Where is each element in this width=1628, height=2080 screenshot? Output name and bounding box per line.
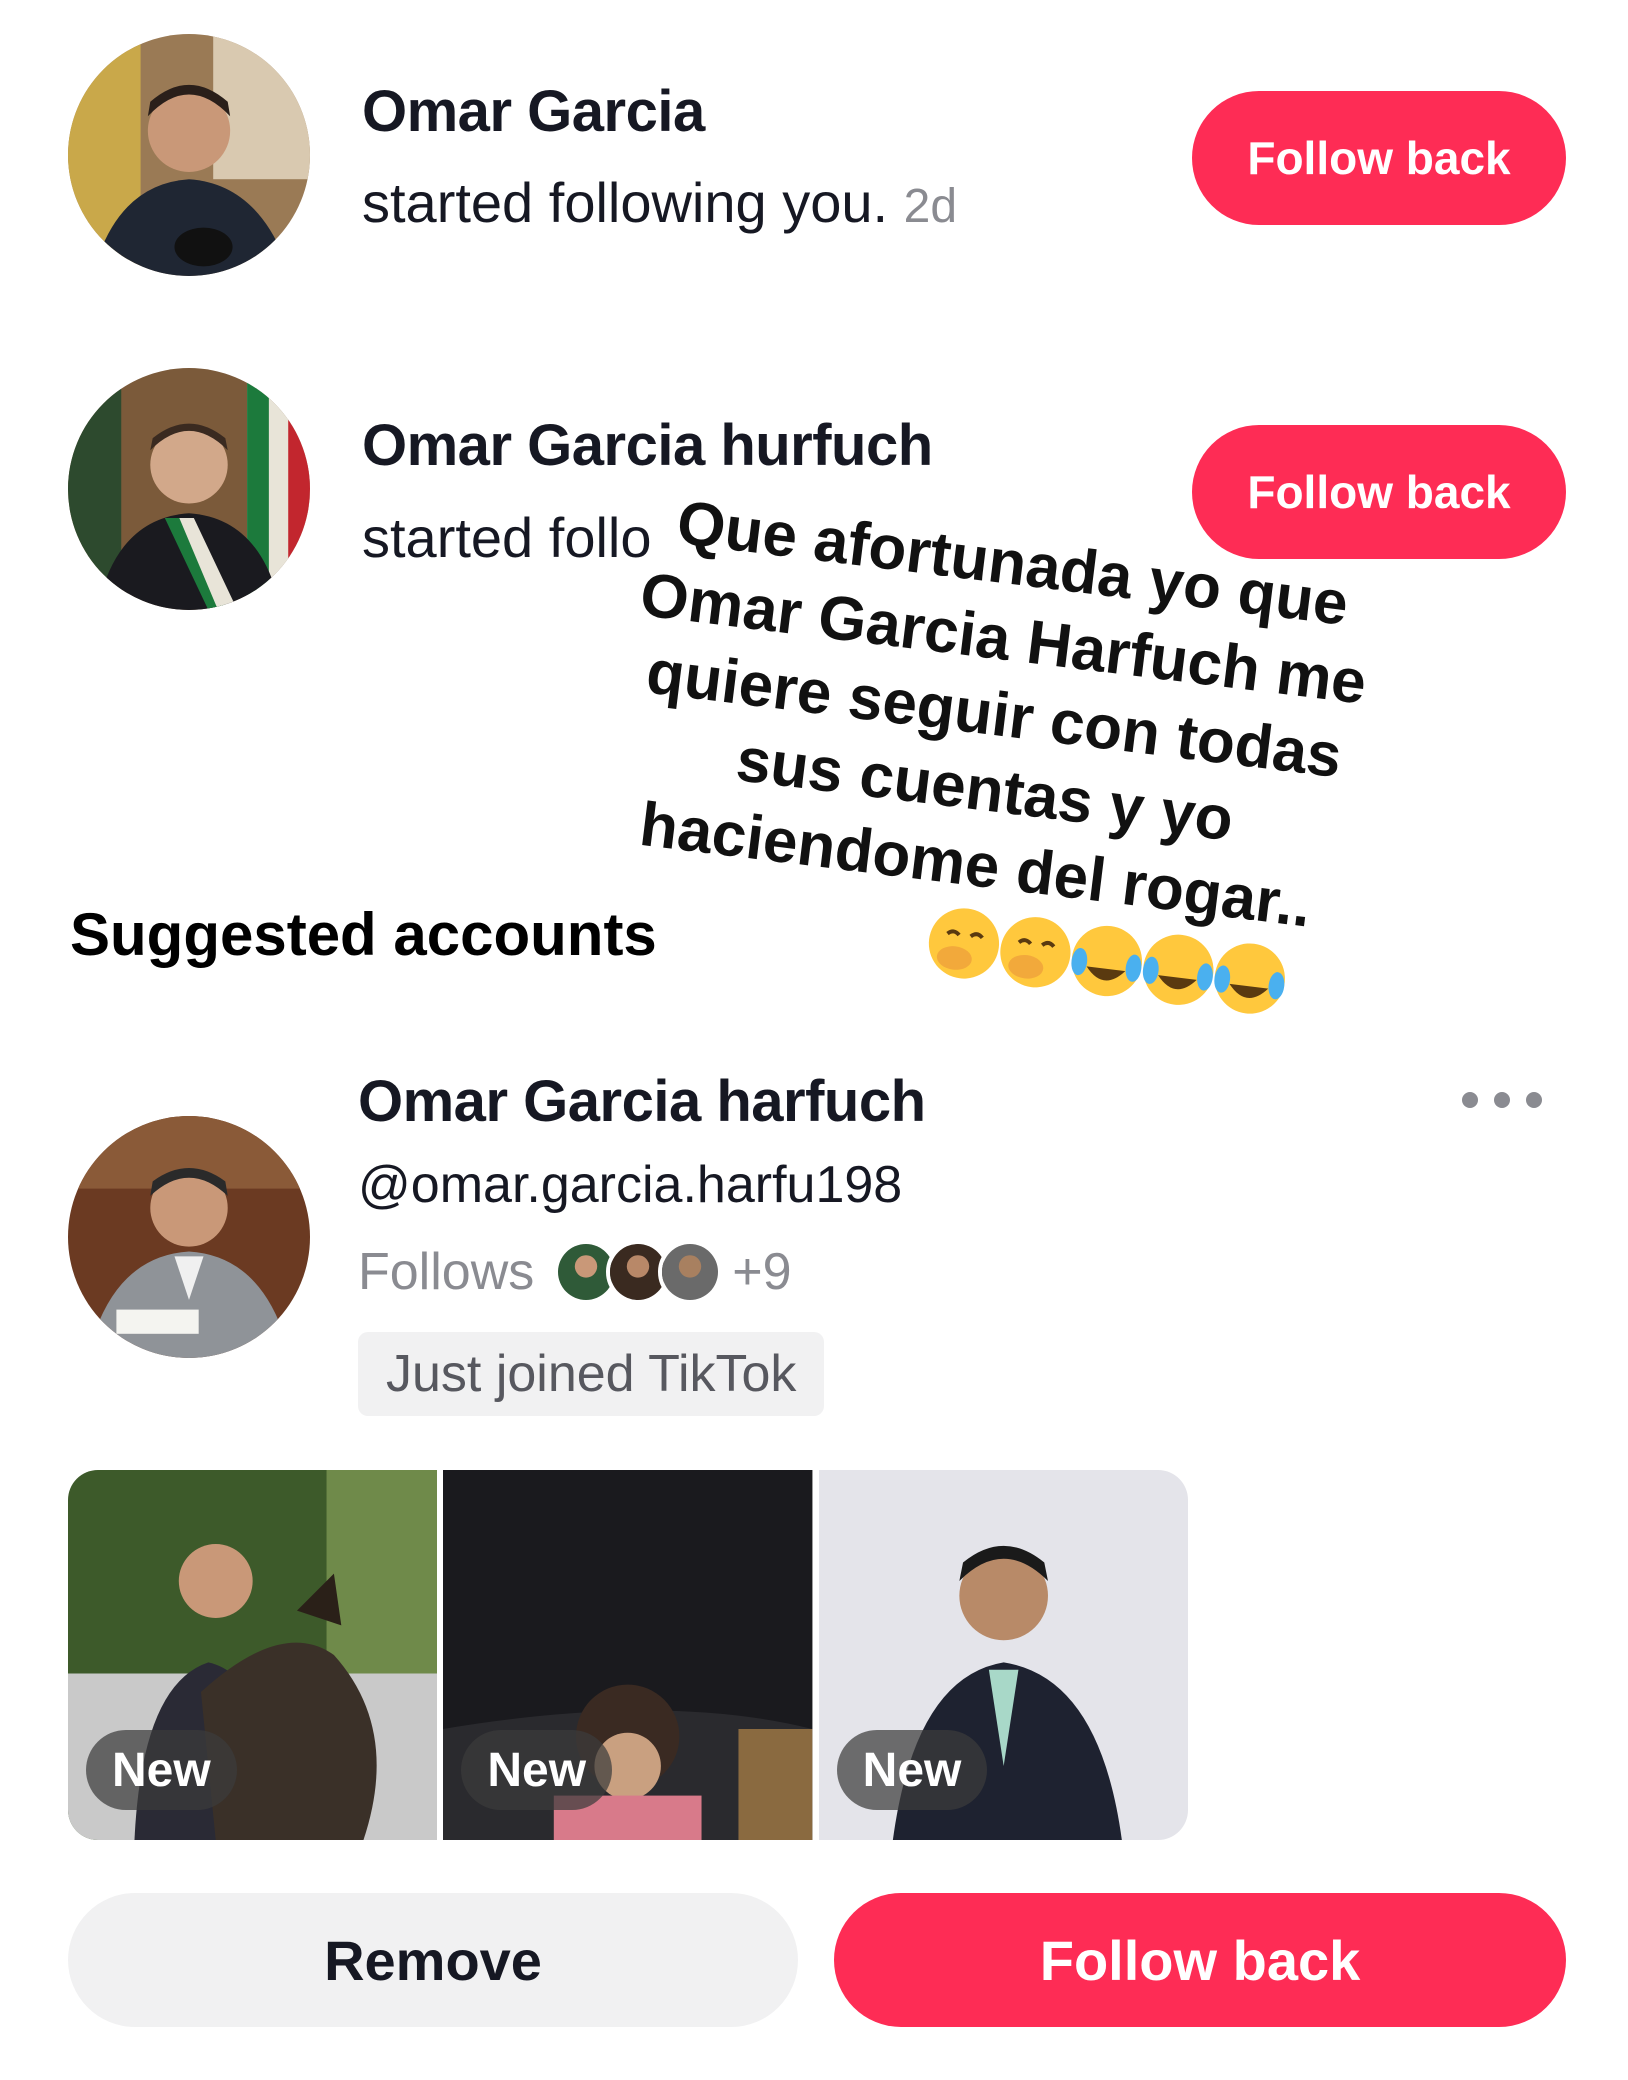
suggested-account-name[interactable]: Omar Garcia harfuch [358,1068,926,1135]
remove-button[interactable]: Remove [68,1893,798,2027]
follows-more-count: +9 [732,1243,792,1301]
more-options-icon[interactable] [1462,1085,1542,1115]
video-thumbnail-1[interactable]: New [68,1470,438,1840]
video-thumbnails: New New New [68,1470,1188,1840]
notification-1-text: started following you. 2d [362,170,957,235]
just-joined-badge: Just joined TikTok [358,1332,825,1416]
follows-label: Follows [358,1243,535,1301]
avatar-omar-garcia-hurfuch[interactable] [68,368,310,610]
follow-back-button-2[interactable]: Follow back [1192,425,1566,559]
follow-back-button-suggested[interactable]: Follow back [834,1893,1566,2027]
notification-2-action: started follo [362,506,652,569]
notification-1-action: started following you. [362,171,889,234]
new-badge: New [86,1730,237,1810]
video-thumbnail-2[interactable]: New [443,1470,813,1840]
mutual-follower-avatar [658,1240,723,1304]
new-badge: New [836,1730,988,1810]
suggested-account-handle: @omar.garcia.harfu198 [358,1156,903,1214]
tears-of-joy-emoji-icon [1214,943,1285,1014]
avatar-omar-garcia[interactable] [68,34,310,276]
follow-back-button-1[interactable]: Follow back [1192,91,1566,225]
new-badge: New [461,1730,613,1810]
notification-1-time: 2d [903,180,958,233]
notification-1-name[interactable]: Omar Garcia [362,78,705,145]
avatar-suggested-account[interactable] [68,1116,310,1358]
video-thumbnail-3[interactable]: New [818,1470,1188,1840]
follows-row: Follows +9 [358,1240,792,1304]
suggested-accounts-title: Suggested accounts [70,901,657,968]
notification-2-name[interactable]: Omar Garcia hurfuch [362,412,933,479]
